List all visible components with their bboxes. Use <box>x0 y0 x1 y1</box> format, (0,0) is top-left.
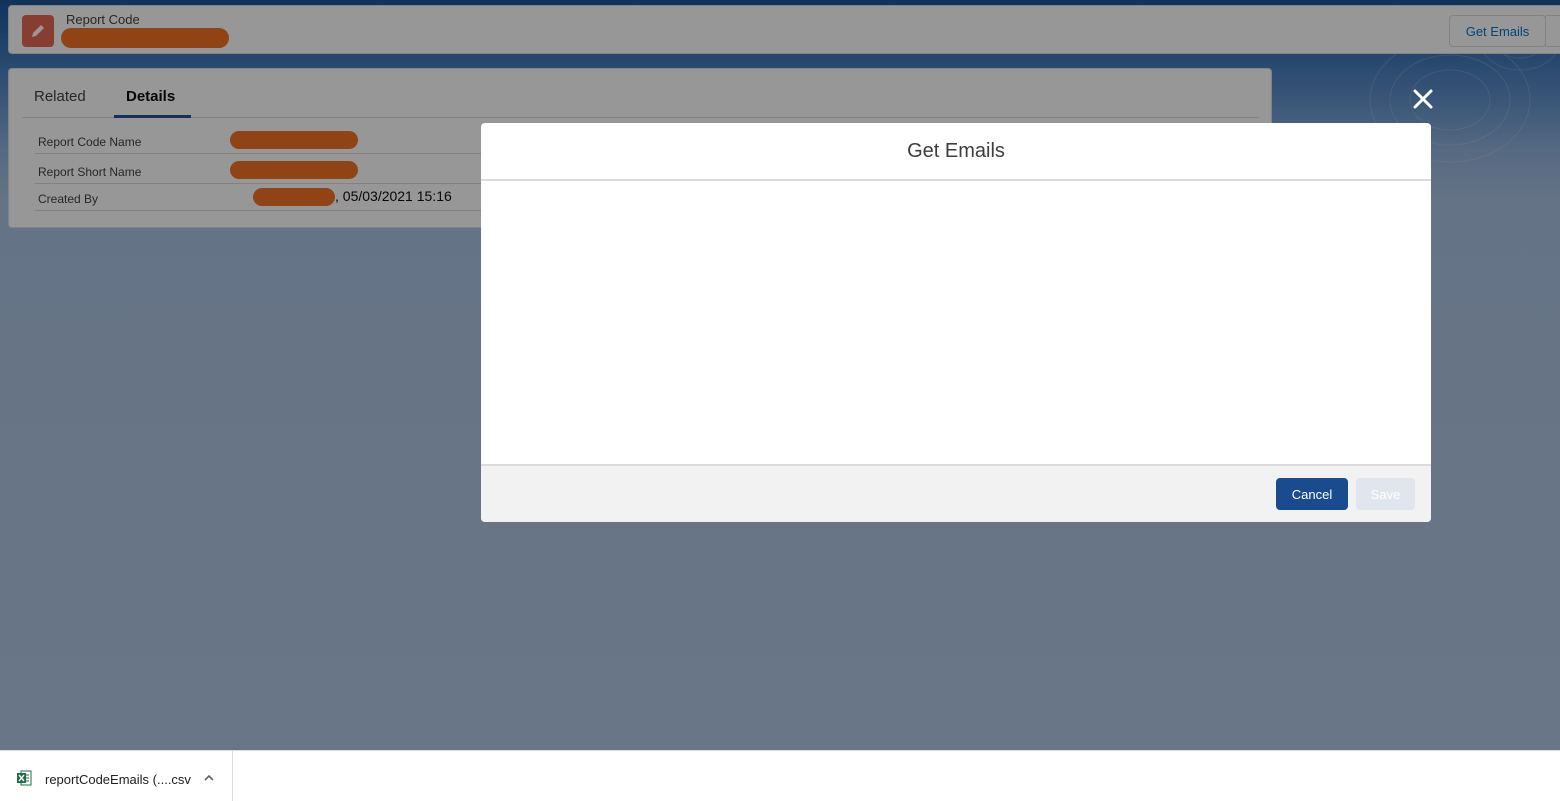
modal-body <box>481 181 1431 464</box>
download-file-name: reportCodeEmails (....csv <box>45 772 191 787</box>
excel-file-icon <box>17 770 32 786</box>
close-icon[interactable] <box>1408 84 1438 114</box>
save-button[interactable]: Save <box>1356 478 1415 510</box>
cancel-button[interactable]: Cancel <box>1276 478 1348 510</box>
chevron-up-icon[interactable] <box>202 771 216 785</box>
download-item[interactable]: reportCodeEmails (....csv <box>0 751 233 801</box>
modal-footer: Cancel Save <box>481 464 1431 522</box>
download-bar: reportCodeEmails (....csv <box>0 750 1560 801</box>
modal-title: Get Emails <box>907 139 1005 162</box>
get-emails-modal: Get Emails Cancel Save <box>481 123 1431 522</box>
modal-header: Get Emails <box>481 123 1431 181</box>
